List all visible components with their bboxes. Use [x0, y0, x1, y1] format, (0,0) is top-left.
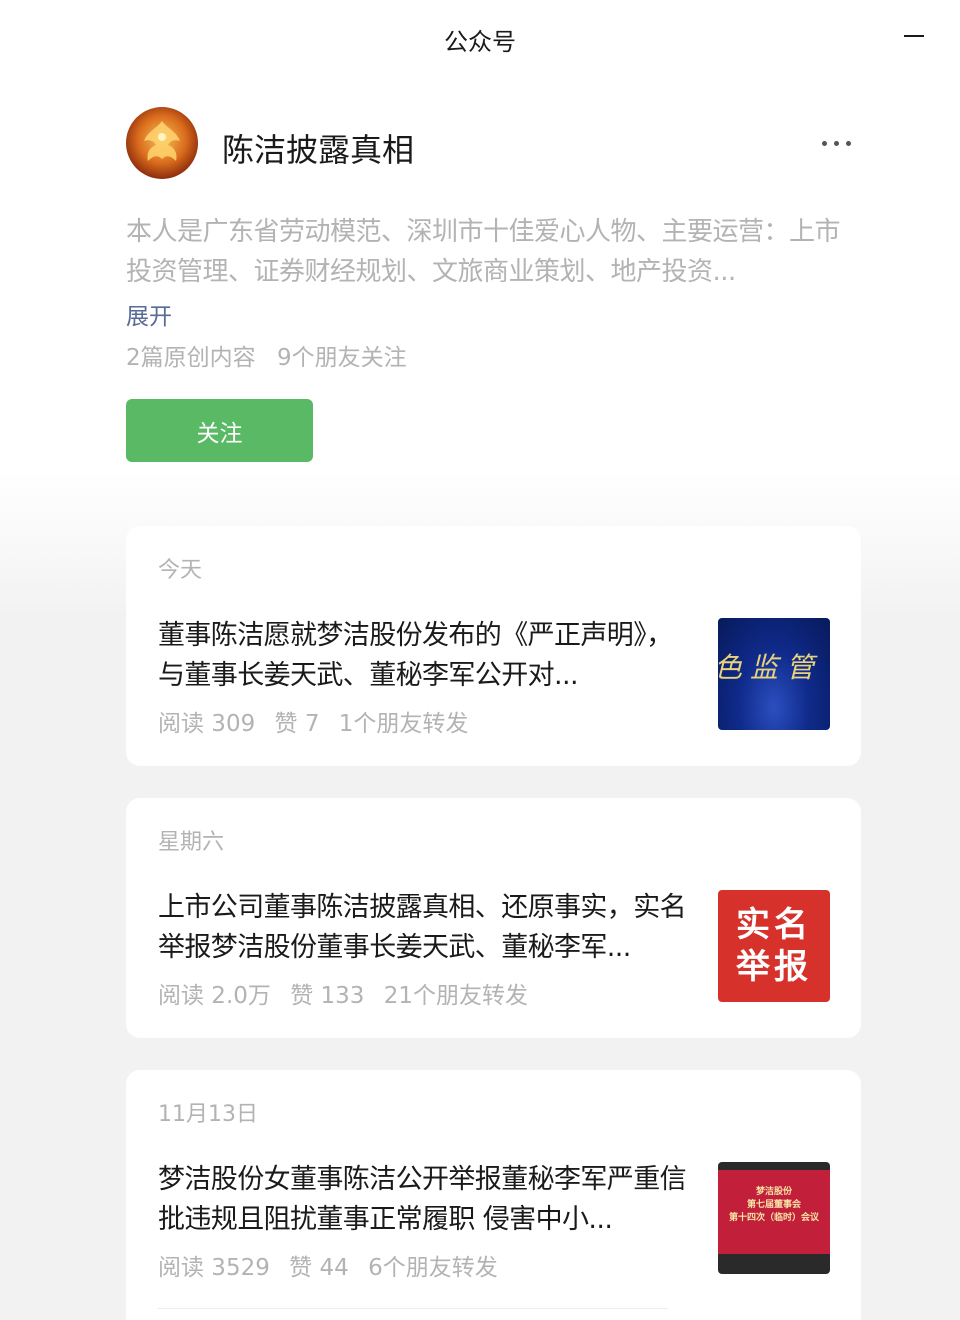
article-title[interactable]: 上市公司董事陈洁披露真相、还原事实，实名举报梦洁股份董事长姜天武、董秘李军... — [158, 888, 688, 968]
share-count: 6个朋友转发 — [368, 1255, 498, 1281]
like-count: 赞 7 — [274, 711, 320, 737]
article-date: 星期六 — [158, 830, 225, 855]
account-name: 陈洁披露真相 — [222, 131, 415, 169]
article-thumbnail[interactable]: 色监管 — [718, 618, 830, 730]
account-stats: 2篇原创内容 9个朋友关注 — [126, 338, 407, 372]
article-meta: 阅读 2.0万 赞 133 21个朋友转发 — [158, 976, 528, 1010]
share-count: 21个朋友转发 — [383, 983, 529, 1009]
article-meta: 阅读 3529 赞 44 6个朋友转发 — [158, 1248, 498, 1282]
divider — [158, 1308, 668, 1309]
title-bar: 公众号 — [0, 0, 960, 78]
article-date: 今天 — [158, 558, 203, 583]
read-count: 阅读 309 — [158, 711, 256, 737]
article-thumbnail[interactable]: 梦洁股份 第七届董事会 第十四次（临时）会议 — [718, 1162, 830, 1274]
avatar[interactable] — [126, 107, 198, 179]
minimize-icon[interactable] — [898, 22, 930, 50]
thumbnail-line: 第十四次（临时）会议 — [728, 1213, 819, 1223]
read-count: 阅读 2.0万 — [158, 983, 271, 1009]
more-options-icon[interactable] — [820, 135, 854, 151]
article-title[interactable]: 梦洁股份女董事陈洁公开举报董秘李军严重信批违规且阻扰董事正常履职 侵害中小... — [158, 1160, 688, 1240]
phoenix-icon — [144, 121, 180, 161]
article-card[interactable]: 11月13日 梦洁股份女董事陈洁公开举报董秘李军严重信批违规且阻扰董事正常履职 … — [126, 1070, 861, 1320]
expand-link[interactable]: 展开 — [126, 297, 172, 331]
original-count: 2篇原创内容 — [126, 345, 256, 371]
thumbnail-text: 色监管 — [718, 651, 823, 684]
like-count: 赞 44 — [289, 1255, 349, 1281]
article-title[interactable]: 董事陈洁愿就梦洁股份发布的《严正声明》，与董事长姜天武、董秘李军公开对... — [158, 616, 688, 696]
account-description: 本人是广东省劳动模范、深圳市十佳爱心人物、主要运营：上市投资管理、证券财经规划、… — [126, 217, 841, 287]
thumbnail-line: 梦洁股份 — [755, 1187, 792, 1197]
follow-button[interactable]: 关注 — [126, 399, 313, 462]
thumbnail-line: 第七届董事会 — [746, 1200, 801, 1210]
article-meta: 阅读 309 赞 7 1个朋友转发 — [158, 704, 468, 738]
thumbnail-text: 实名举报 — [736, 905, 812, 987]
like-count: 赞 133 — [290, 983, 365, 1009]
read-count: 阅读 3529 — [158, 1255, 270, 1281]
thumbnail-text: 梦洁股份 第七届董事会 第十四次（临时）会议 — [718, 1186, 830, 1225]
friends-follow-count[interactable]: 9个朋友关注 — [277, 345, 407, 371]
window-title: 公众号 — [444, 28, 516, 56]
share-count: 1个朋友转发 — [338, 711, 469, 737]
article-thumbnail[interactable]: 实名举报 — [718, 890, 830, 1002]
article-date: 11月13日 — [158, 1102, 258, 1127]
article-card[interactable]: 今天 董事陈洁愿就梦洁股份发布的《严正声明》，与董事长姜天武、董秘李军公开对..… — [126, 526, 861, 766]
article-card[interactable]: 星期六 上市公司董事陈洁披露真相、还原事实，实名举报梦洁股份董事长姜天武、董秘李… — [126, 798, 861, 1038]
